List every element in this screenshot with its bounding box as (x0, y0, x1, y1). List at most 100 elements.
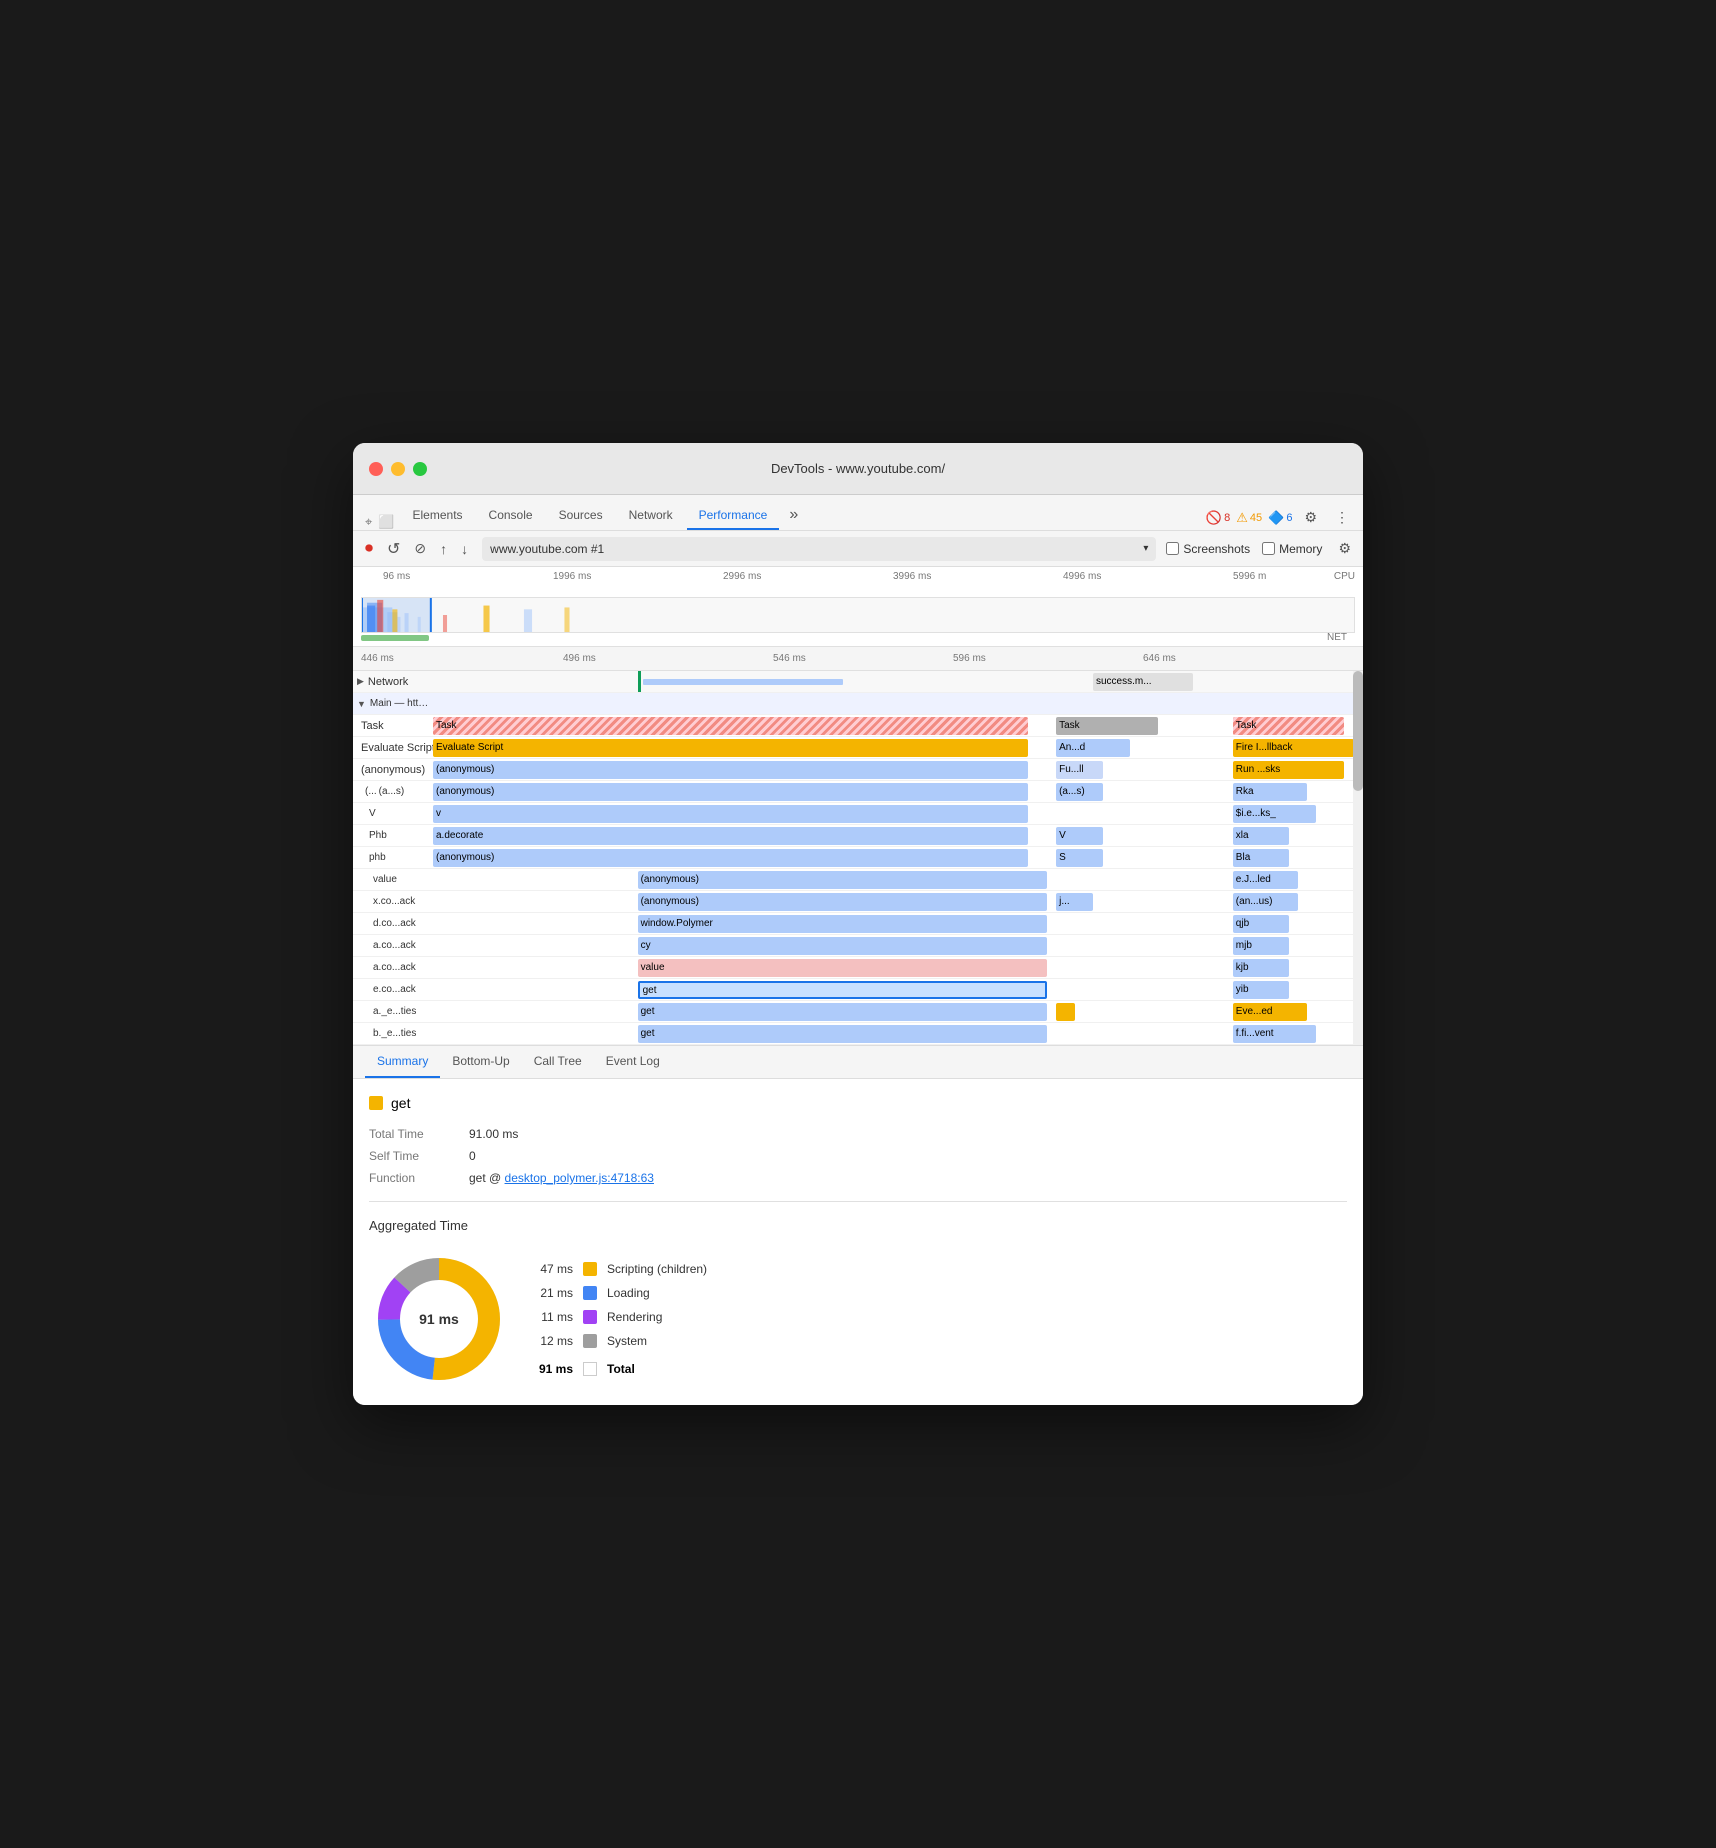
run-tasks-block[interactable]: Run ...sks (1233, 761, 1345, 779)
eveed-block[interactable]: Eve...ed (1233, 1003, 1307, 1021)
tab-network[interactable]: Network (617, 502, 685, 530)
network-row[interactable]: ▶ Network success.m... (353, 671, 1363, 693)
fu-block[interactable]: Fu...ll (1056, 761, 1103, 779)
row-acoack2[interactable]: a.co...ack value kjb (353, 957, 1363, 979)
eval-script-block[interactable]: Evaluate Script (433, 739, 1028, 757)
timeline-overview[interactable]: 96 ms 1996 ms 2996 ms 3996 ms 4996 ms 59… (353, 567, 1363, 647)
row-value[interactable]: value (anonymous) e.J...led (353, 869, 1363, 891)
evaluate-script-row[interactable]: Evaluate Script Evaluate Script An...d F… (353, 737, 1363, 759)
more-tabs-button[interactable]: » (781, 500, 806, 530)
capture-settings-button[interactable]: ⚙ (1334, 538, 1355, 559)
collapse-arrow[interactable]: ▼ (357, 699, 366, 709)
yib-block[interactable]: yib (1233, 981, 1289, 999)
memory-checkbox-group[interactable]: Memory (1262, 542, 1322, 556)
flamechart-timebar: 446 ms 496 ms 546 ms 596 ms 646 ms (353, 647, 1363, 671)
indent1-block2[interactable]: (a...s) (1056, 783, 1103, 801)
time-tick-446: 446 ms (361, 653, 394, 664)
and-block[interactable]: An...d (1056, 739, 1130, 757)
tab-elements[interactable]: Elements (401, 502, 475, 530)
row-indent-1-label: (...(a...s) (353, 786, 433, 797)
row-phb[interactable]: Phb a.decorate V xla (353, 825, 1363, 847)
sie-block[interactable]: $i.e...ks_ (1233, 805, 1317, 823)
ejled-block[interactable]: e.J...led (1233, 871, 1298, 889)
reload-button[interactable]: ↺ (383, 537, 404, 561)
beties-get-block[interactable]: get (638, 1025, 1047, 1043)
record-button[interactable]: ⏺ (361, 538, 377, 560)
tab-call-tree[interactable]: Call Tree (522, 1046, 594, 1078)
more-options-button[interactable]: ⋮ (1329, 505, 1355, 530)
minimize-button[interactable] (391, 462, 405, 476)
legend-total: 91 ms Total (533, 1362, 707, 1376)
flamechart-area[interactable]: ▶ Network success.m... ▼ Main — https://… (353, 671, 1363, 1045)
clear-button[interactable]: ⊘ (410, 538, 430, 559)
S-block[interactable]: S (1056, 849, 1103, 867)
row-xcoack[interactable]: x.co...ack (anonymous) j... (an...us) (353, 891, 1363, 913)
row-ecoack[interactable]: e.co...ack get yib (353, 979, 1363, 1001)
get-block-selected[interactable]: get (638, 981, 1047, 999)
j-block[interactable]: j... (1056, 893, 1093, 911)
tab-sources[interactable]: Sources (547, 502, 615, 530)
row-indent-1[interactable]: (...(a...s) (anonymous) (a...s) Rka (353, 781, 1363, 803)
task-block-1[interactable]: Task (433, 717, 1028, 735)
row-dcoack[interactable]: d.co...ack window.Polymer qjb (353, 913, 1363, 935)
screenshots-label: Screenshots (1183, 542, 1250, 556)
value-block2[interactable]: value (638, 959, 1047, 977)
aeties-get-block[interactable]: get (638, 1003, 1047, 1021)
row-aeties[interactable]: a._e...ties get Eve...ed (353, 1001, 1363, 1023)
expand-arrow[interactable]: ▶ (357, 676, 364, 687)
tab-performance[interactable]: Performance (687, 502, 780, 530)
xcoack-anon-block[interactable]: (anonymous) (638, 893, 1047, 911)
row-acoack1-content: cy mjb (433, 935, 1363, 956)
task-row[interactable]: Task Task Task Task (353, 715, 1363, 737)
cursor-icon: ⌖ (365, 514, 372, 530)
scripting-value: 47 ms (533, 1262, 573, 1276)
url-selector[interactable]: www.youtube.com #1 ▾ (482, 537, 1156, 561)
xla-block[interactable]: xla (1233, 827, 1289, 845)
success-block[interactable]: success.m... (1093, 673, 1193, 691)
tab-bottom-up[interactable]: Bottom-Up (440, 1046, 521, 1078)
task-block-2[interactable]: Task (1056, 717, 1158, 735)
adecorate-block[interactable]: a.decorate (433, 827, 1028, 845)
download-button[interactable]: ↓ (457, 539, 472, 559)
rka-block[interactable]: Rka (1233, 783, 1307, 801)
upload-button[interactable]: ↑ (436, 539, 451, 559)
bla-block[interactable]: Bla (1233, 849, 1289, 867)
phb-anon-block[interactable]: (anonymous) (433, 849, 1028, 867)
screenshots-checkbox-group[interactable]: Screenshots (1166, 542, 1250, 556)
settings-button[interactable]: ⚙ (1298, 505, 1323, 530)
ffivent-block[interactable]: f.fi...vent (1233, 1025, 1317, 1043)
tab-console[interactable]: Console (477, 502, 545, 530)
indent1-block1[interactable]: (anonymous) (433, 783, 1028, 801)
flamechart-scrollbar-track[interactable] (1353, 671, 1363, 1045)
cy-block[interactable]: cy (638, 937, 1047, 955)
tab-summary[interactable]: Summary (365, 1046, 440, 1078)
qjb-block[interactable]: qjb (1233, 915, 1289, 933)
maximize-button[interactable] (413, 462, 427, 476)
row-acoack1[interactable]: a.co...ack cy mjb (353, 935, 1363, 957)
row-beties[interactable]: b._e...ties get f.fi...vent (353, 1023, 1363, 1045)
function-text-part: get @ (469, 1171, 505, 1185)
row-v[interactable]: V v $i.e...ks_ (353, 803, 1363, 825)
options-group: Screenshots Memory ⚙ (1166, 538, 1355, 559)
mjb-block[interactable]: mjb (1233, 937, 1289, 955)
memory-checkbox[interactable] (1262, 542, 1275, 555)
value-anon-block[interactable]: (anonymous) (638, 871, 1047, 889)
function-link[interactable]: desktop_polymer.js:4718:63 (505, 1171, 654, 1185)
screenshots-checkbox[interactable] (1166, 542, 1179, 555)
anus-block[interactable]: (an...us) (1233, 893, 1298, 911)
error-count: 8 (1224, 512, 1230, 524)
window-polymer-block[interactable]: window.Polymer (638, 915, 1047, 933)
fire-callback-block[interactable]: Fire I...llback (1233, 739, 1354, 757)
flamechart-scrollbar-thumb[interactable] (1353, 671, 1363, 791)
recording-toolbar: ⏺ ↺ ⊘ ↑ ↓ www.youtube.com #1 ▾ Screensho… (353, 531, 1363, 567)
kjb-block[interactable]: kjb (1233, 959, 1289, 977)
V2-block[interactable]: V (1056, 827, 1103, 845)
task-block-3[interactable]: Task (1233, 717, 1345, 735)
tab-event-log[interactable]: Event Log (594, 1046, 672, 1078)
anonymous-row[interactable]: (anonymous) (anonymous) Fu...ll Run ...s… (353, 759, 1363, 781)
devtools-window: DevTools - www.youtube.com/ ⌖ ⬜ Elements… (353, 443, 1363, 1405)
v-block[interactable]: v (433, 805, 1028, 823)
close-button[interactable] (369, 462, 383, 476)
row-phb2[interactable]: phb (anonymous) S Bla (353, 847, 1363, 869)
anon-block[interactable]: (anonymous) (433, 761, 1028, 779)
